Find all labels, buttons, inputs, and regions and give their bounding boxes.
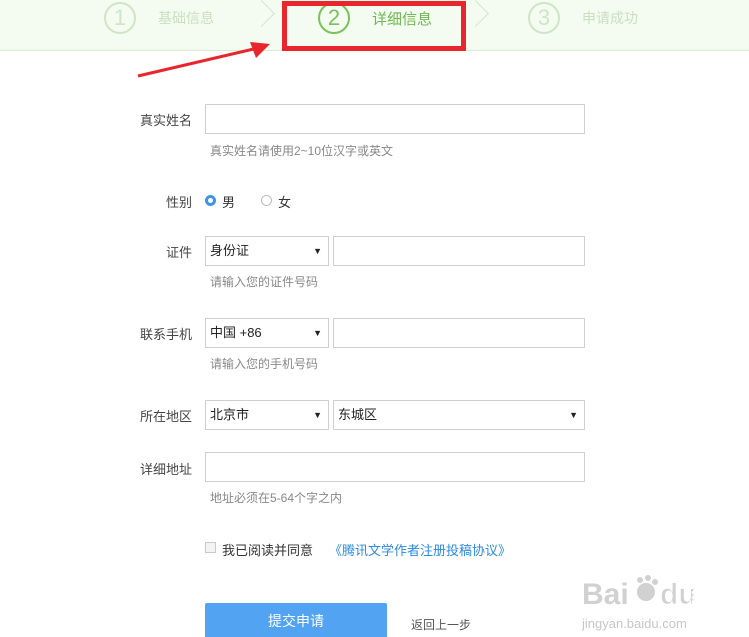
agree-text: 我已阅读并同意 [222, 543, 314, 558]
highlight-annotation-box [282, 1, 466, 51]
annotation-arrow-icon [137, 42, 270, 78]
step-3-label: 申请成功 [582, 10, 638, 26]
name-input[interactable] [205, 104, 585, 134]
gender-male-label[interactable]: 男 [222, 192, 235, 211]
city-select[interactable]: 北京市 ▼ [205, 400, 329, 430]
paw-icon [635, 581, 657, 603]
step-3: 3 申请成功 [528, 0, 638, 36]
watermark-url: jingyan.baidu.com [581, 616, 687, 631]
caret-down-icon: ▼ [313, 410, 322, 420]
gender-female-radio[interactable] [261, 195, 272, 206]
agreement-link[interactable]: 《腾讯文学作者注册投稿协议》 [329, 540, 511, 559]
id-type-value: 身份证 [210, 243, 250, 258]
gender-female-label[interactable]: 女 [278, 192, 291, 211]
address-label: 详细地址 [139, 462, 192, 477]
back-link[interactable]: 返回上一步 [411, 616, 471, 633]
city-value: 北京市 [210, 407, 250, 422]
address-hint: 地址必须在5-64个字之内 [210, 491, 343, 505]
country-code-value: 中国 +86 [210, 325, 262, 340]
district-value: 东城区 [338, 407, 378, 422]
gender-label: 性别 [165, 195, 192, 210]
region-label: 所在地区 [139, 409, 192, 424]
address-input[interactable] [205, 452, 585, 482]
phone-label: 联系手机 [139, 327, 192, 342]
step-3-number: 3 [528, 2, 560, 34]
step-1: 1 基础信息 [104, 0, 214, 36]
district-select[interactable]: 东城区 ▼ [333, 400, 585, 430]
submit-button[interactable]: 提交申请 [205, 603, 387, 637]
registration-page: 1 基础信息 2 详细信息 3 申请成功 真实姓名 真实姓名请使用2~10位汉字… [0, 0, 749, 637]
step-1-label: 基础信息 [158, 10, 214, 26]
id-label: 证件 [165, 245, 192, 260]
id-number-input[interactable] [333, 236, 585, 266]
gender-male-radio[interactable] [205, 195, 216, 206]
name-label: 真实姓名 [139, 113, 192, 128]
caret-down-icon: ▼ [313, 246, 322, 256]
phone-hint: 请输入您的手机号码 [210, 357, 319, 371]
id-type-select[interactable]: 身份证 ▼ [205, 236, 329, 266]
agree-checkbox[interactable] [205, 542, 216, 553]
step-1-number: 1 [104, 2, 136, 34]
chevron-right-icon [248, 0, 275, 27]
name-hint: 真实姓名请使用2~10位汉字或英文 [210, 144, 394, 158]
chevron-right-icon [462, 0, 489, 27]
country-code-select[interactable]: 中国 +86 ▼ [205, 318, 329, 348]
watermark-cn: 经验 [692, 583, 732, 607]
caret-down-icon: ▼ [313, 328, 322, 338]
caret-down-icon: ▼ [569, 410, 578, 420]
phone-number-input[interactable] [333, 318, 585, 348]
baidu-jingyan-watermark-icon: Bai Bai du 经验 jingyan.baidu.com [581, 575, 733, 631]
id-hint: 请输入您的证件号码 [210, 275, 319, 289]
watermark-brand-fill: Bai [582, 578, 629, 611]
